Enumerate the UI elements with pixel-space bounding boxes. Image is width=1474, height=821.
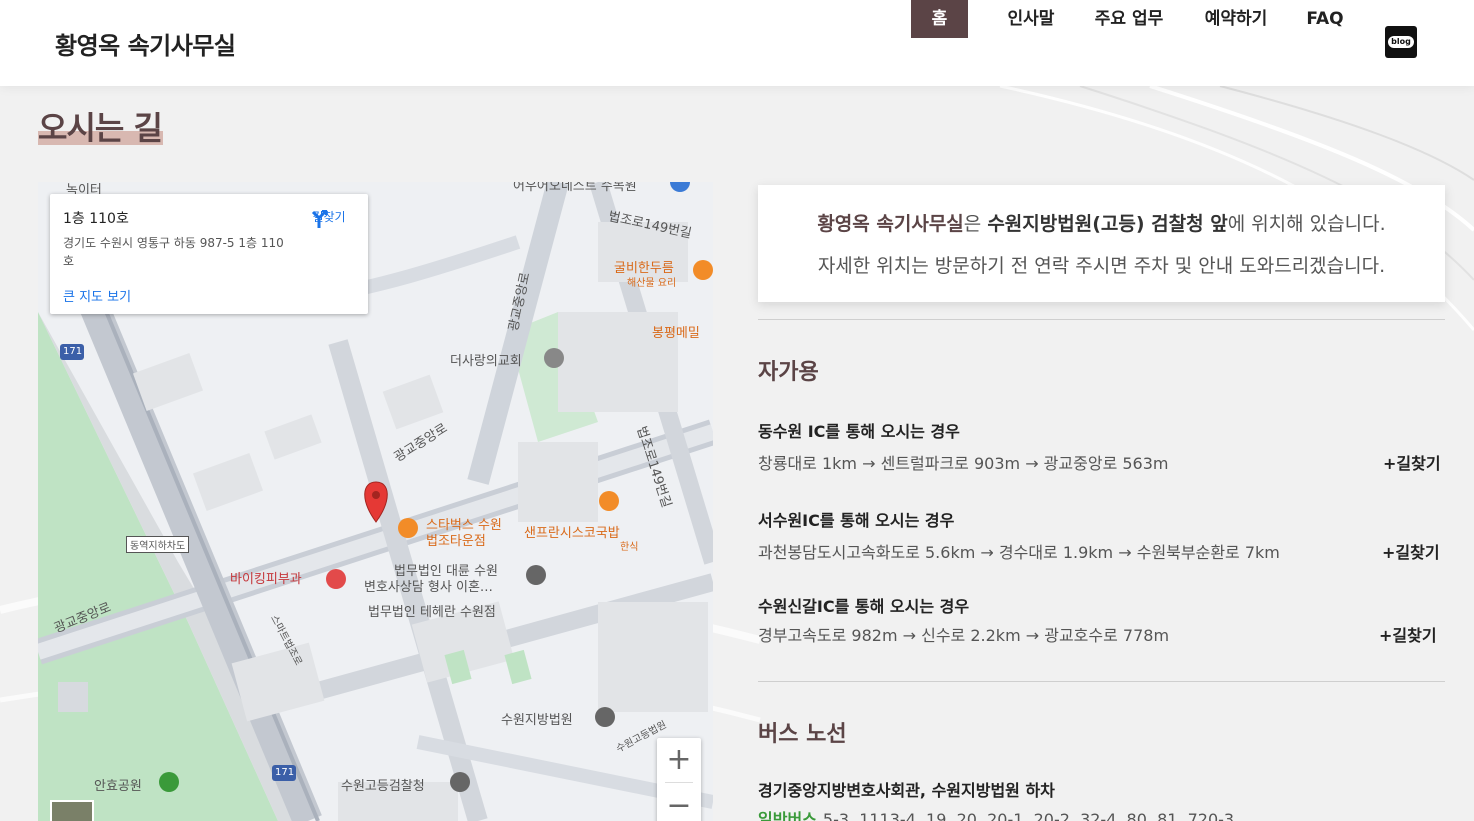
bus-section-title: 버스 노선 [758,722,847,747]
map-label-underpass: 동역지하차도 [126,536,190,553]
route-title: 서수원IC를 통해 오시는 경우 [758,511,955,530]
zoom-in-button[interactable]: + [657,738,701,782]
map-label-prosecutor: 수원고등검찰청 [341,779,425,794]
page-title: 오시는 길 [38,109,163,147]
blog-icon[interactable]: blog [1385,26,1417,58]
bus-stop-title: 경기중앙지방변호사회관, 수원지방법원 하차 [758,781,1055,800]
divider-2 [758,681,1445,682]
route-desc: 창룡대로 1km → 센트럴파크로 903m → 광교중앙로 563m [758,454,1169,473]
bus-type: 일반버스 [758,810,817,821]
nav-reservation[interactable]: 예약하기 [1196,0,1276,38]
route-title: 수원신갈IC를 통해 오시는 경우 [758,597,970,616]
route-desc: 과천봉담도시고속화도로 5.6km → 경수대로 1.9km → 수원북부순환로… [758,543,1280,562]
site-logo[interactable]: 황영옥 속기사무실 [55,26,236,61]
map-info-card: 1층 110호 경기도 수원시 영통구 하동 987-5 1층 110호 큰 지… [50,194,368,314]
map-label-hotel: 어우어오네스트 수목원 [513,182,637,194]
map-embed[interactable]: 녹이터 어우어오네스트 수목원 법조로149번길 광교중앙로 굴비한두름 해산물… [38,182,713,821]
route-title: 동수원 IC를 통해 오시는 경우 [758,422,960,441]
bus-line: 일반버스 5-3, 1113-4, 19, 20, 20-1, 20-2, 32-… [758,806,1234,821]
map-label-sanfrancisco: 샌프란시스코국밥 [524,526,620,541]
site-header: 황영옥 속기사무실 홈 인사말 주요 업무 예약하기 FAQ blog [0,0,1474,86]
zoom-divider [665,782,693,783]
route-directions-link[interactable]: +길찾기 [1379,622,1437,646]
intro-brand: 황영옥 속기사무실 [817,213,964,235]
map-label-viking: 바이킹피부과 [230,572,302,587]
route-shield-171-1: 171 [63,346,83,357]
bus-numbers: 5-3, 1113-4, 19, 20, 20-1, 20-2, 32-4, 8… [822,810,1235,821]
map-label-bongpyeong: 봉평메밀 [652,326,700,341]
route-shield-171-2: 171 [275,767,295,778]
intro-text-1: 은 [963,213,988,235]
intro-location: 수원지방법원(고등) 검찰청 앞 [987,213,1228,235]
intro-box: 황영옥 속기사무실은 수원지방법원(고등) 검찰청 앞에 위치해 있습니다. 자… [758,185,1445,302]
directions-icon [311,210,327,228]
map-label-sanfrancisco-sub: 한식 [620,542,639,553]
map-label-court: 수원지방법원 [501,713,573,728]
zoom-out-button[interactable]: − [657,784,701,821]
route-directions-link[interactable]: +길찾기 [1383,450,1441,474]
intro-line-1: 황영옥 속기사무실은 수원지방법원(고등) 검찰청 앞에 위치해 있습니다. [758,209,1445,236]
route-desc: 경부고속도로 982m → 신수로 2.2km → 광교호수로 778m [758,626,1170,645]
nav-faq[interactable]: FAQ [1300,0,1350,38]
map-directions-button[interactable]: 길찾기 [308,208,350,228]
car-section-title: 자가용 [758,360,819,385]
map-label-daeryun2: 변호사상담 형사 이혼… [364,580,493,595]
map-zoom-controls: + − [657,738,701,821]
map-label-park: 안효공원 [94,779,142,794]
view-larger-map-link[interactable]: 큰 지도 보기 [63,286,131,305]
route-directions-link[interactable]: +길찾기 [1382,539,1440,563]
map-info-address: 경기도 수원시 영통구 하동 987-5 1층 110호 [63,236,284,268]
nav-services[interactable]: 주요 업무 [1088,0,1170,38]
nav-greeting[interactable]: 인사말 [996,0,1066,38]
intro-text-2: 에 위치해 있습니다. [1227,213,1386,235]
nav-home[interactable]: 홈 [911,0,968,38]
map-label-starbucks2: 법조타운점 [426,534,486,549]
map-info-title: 1층 110호 [63,211,129,227]
intro-line-2: 자세한 위치는 방문하기 전 연락 주시면 주차 및 안내 도와드리겠습니다. [817,255,1386,277]
map-label-teheran: 법무법인 테헤란 수원점 [368,605,496,620]
divider-1 [758,319,1445,320]
map-label-church: 더사랑의교회 [450,354,522,369]
map-label-gulbi-sub: 해산물 요리 [627,278,677,289]
satellite-toggle[interactable] [50,800,94,821]
